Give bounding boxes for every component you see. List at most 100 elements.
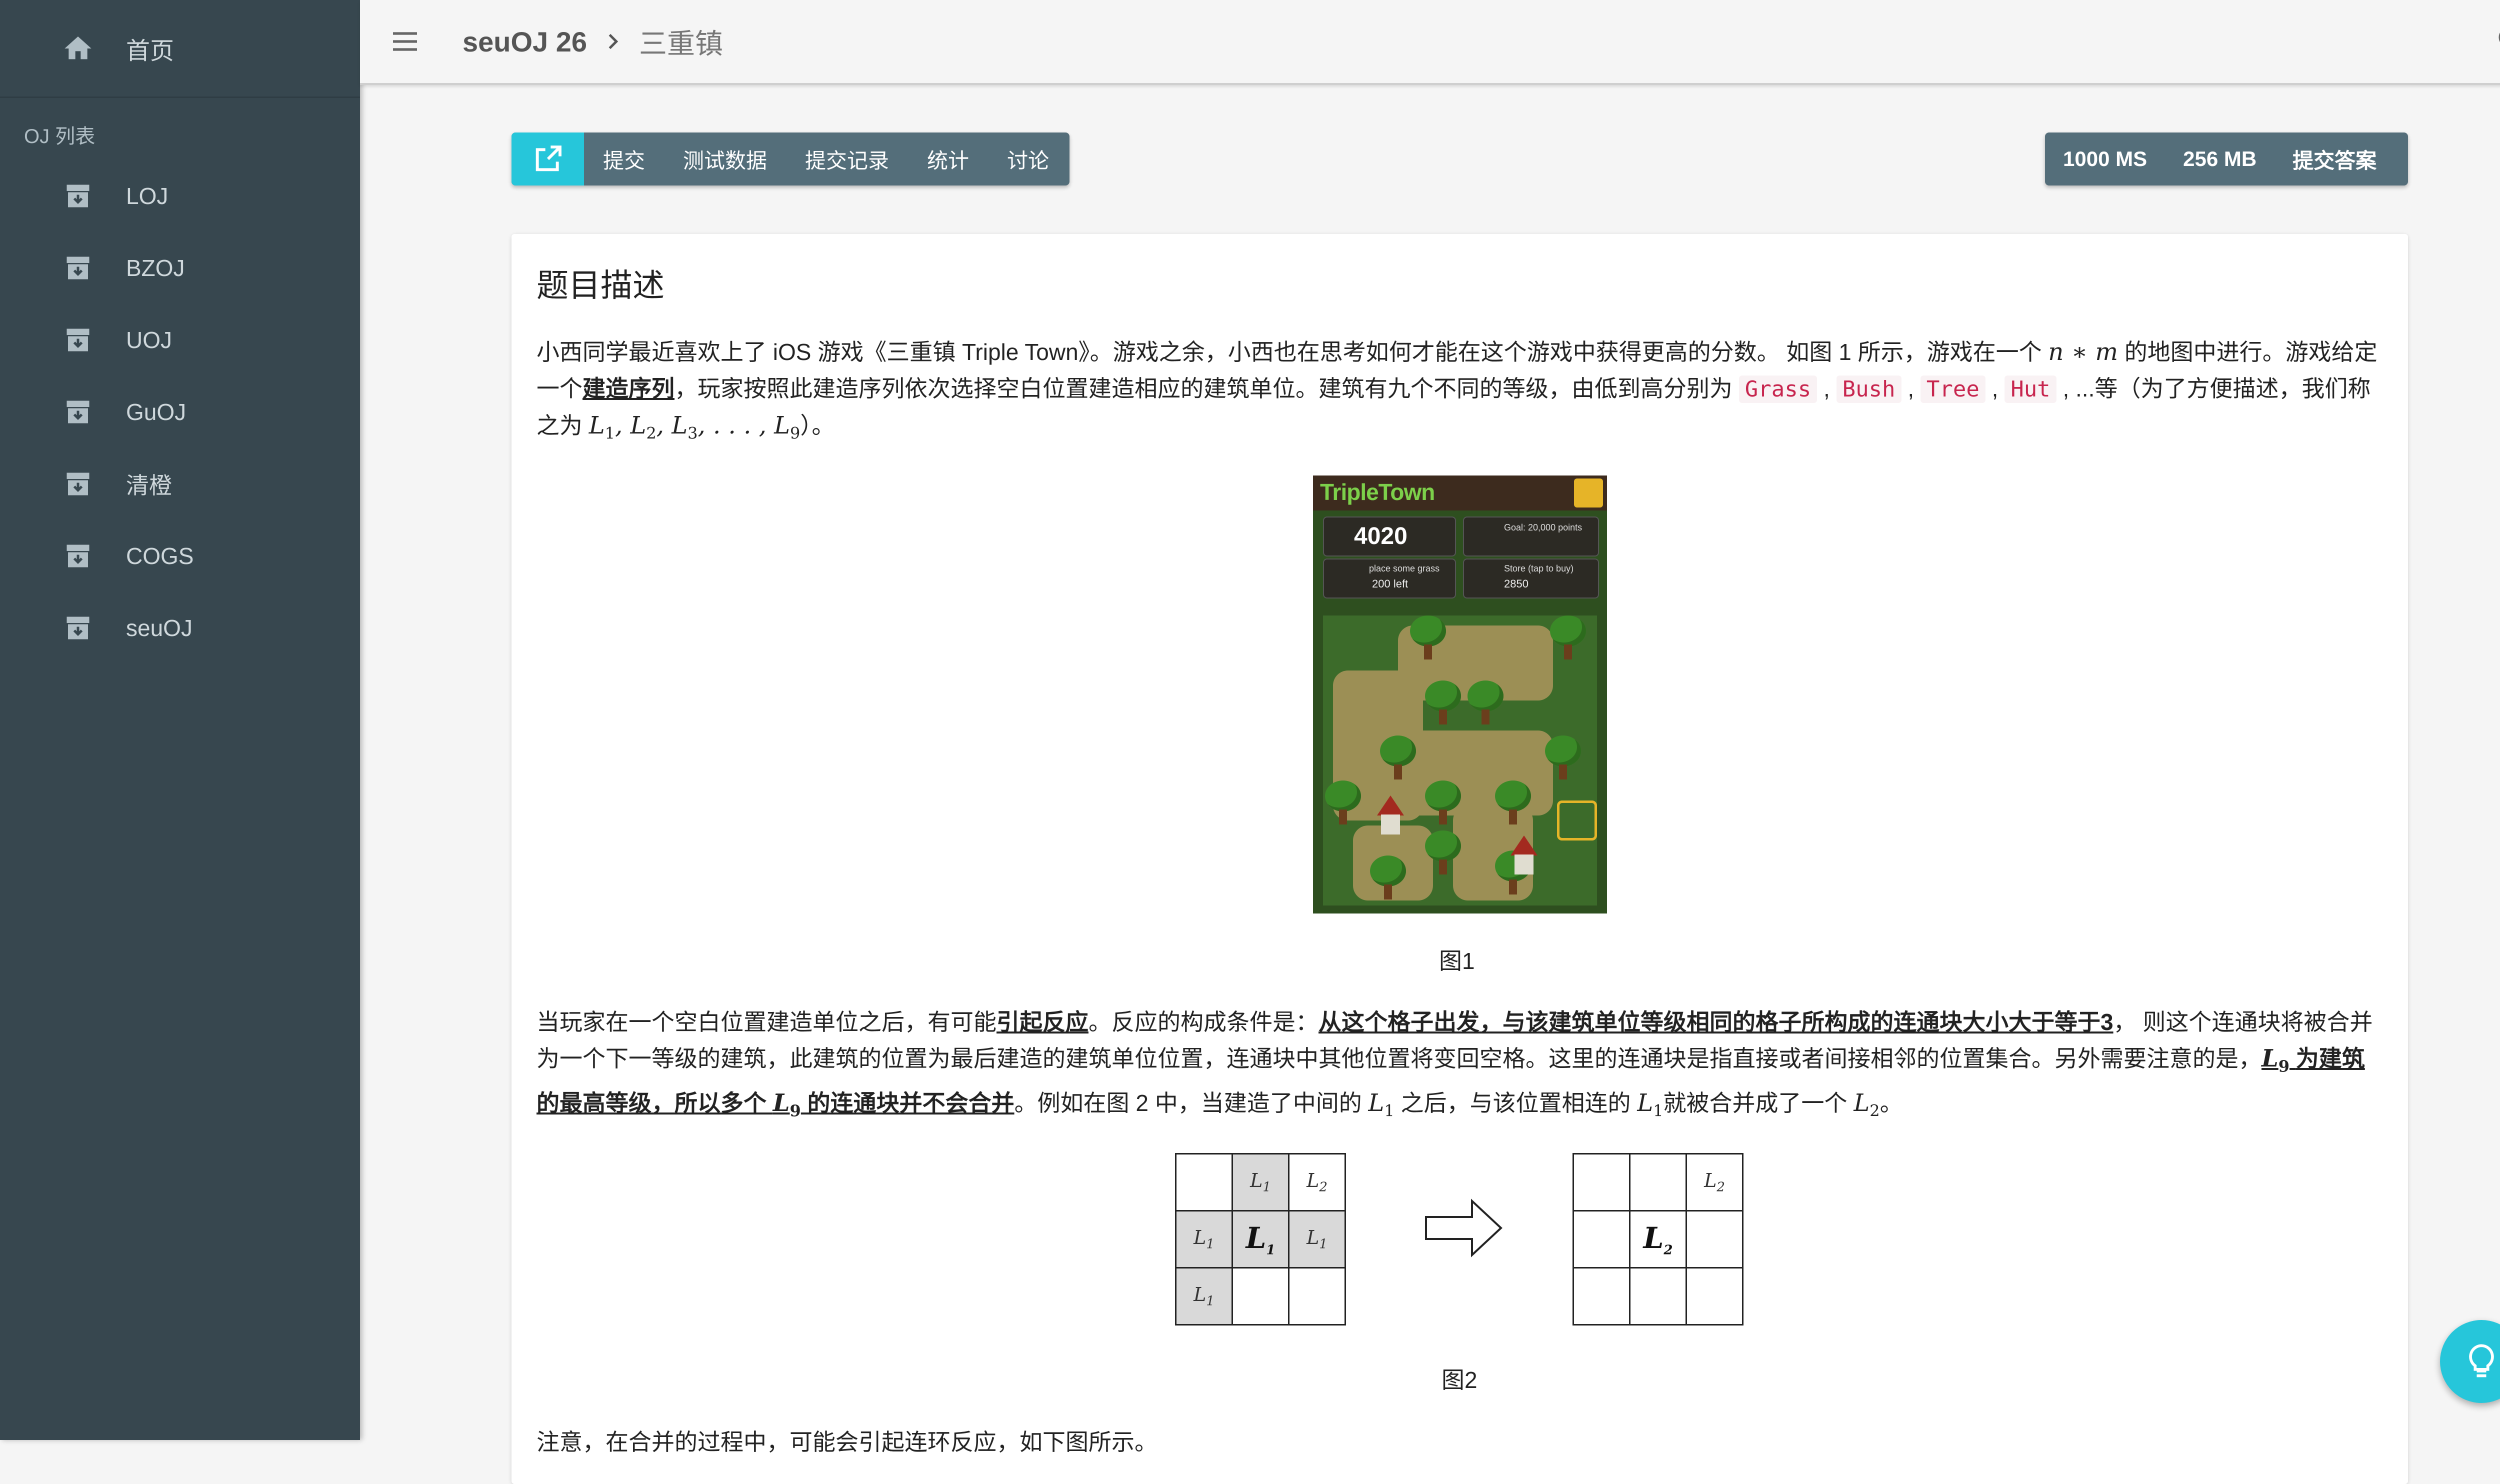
chevron-right-icon	[601, 30, 625, 54]
tree-icon	[1423, 680, 1463, 726]
text: 的连通块并不会合并	[800, 1090, 1014, 1116]
goal-box: Goal: 20,000 points	[1463, 516, 1599, 556]
records-button[interactable]: 提交记录	[786, 132, 908, 186]
tree-icon	[1408, 616, 1448, 660]
figure-2-grid-after: L2 L2	[1572, 1153, 1744, 1326]
grid-cell	[1572, 1267, 1630, 1326]
sidebar: 首页 OJ 列表 LOJ BZOJ UOJ GuOJ 清橙 COGS seuOJ	[0, 0, 360, 1440]
tree-icon	[1323, 780, 1363, 826]
sidebar-item-label: seuOJ	[126, 615, 192, 641]
tree-icon	[1548, 616, 1588, 660]
score-value: 4020	[1354, 523, 1408, 550]
archive-icon	[60, 538, 96, 574]
lightbulb-button[interactable]	[2440, 1320, 2500, 1403]
grid-cell: L1	[1288, 1210, 1346, 1268]
submit-button[interactable]: 提交	[584, 132, 664, 186]
sidebar-home[interactable]: 首页	[0, 0, 360, 98]
grid-cell	[1629, 1267, 1687, 1326]
breadcrumb-problem-title: 三重镇	[639, 28, 724, 60]
text: 。例如在图 2 中，当建造了中间的	[1014, 1090, 1368, 1116]
code-hut: Hut	[2004, 376, 2056, 403]
code-grass: Grass	[1738, 376, 1818, 403]
text: ）。	[800, 412, 835, 438]
discuss-button[interactable]: 讨论	[988, 132, 1068, 186]
tree-icon	[1378, 736, 1418, 780]
math-nm: n ∗ m	[2048, 338, 2118, 366]
description-paragraph-3: 注意，在合并的过程中，可能会引起连环反应，如下图所示。	[536, 1429, 1158, 1455]
math-l1: L1	[1368, 1088, 1394, 1120]
grid-cell	[1629, 1153, 1687, 1212]
archive-icon	[60, 610, 96, 646]
right-arrow-icon	[1425, 1198, 1502, 1258]
sidebar-item-label: GuOJ	[126, 399, 186, 425]
submit-answer-button[interactable]: 提交答案	[2274, 132, 2394, 186]
emphasis-reaction: 引起反应	[996, 1009, 1088, 1035]
sidebar-item-guoj[interactable]: GuOJ	[0, 376, 360, 448]
grid-cell: L2	[1686, 1153, 1744, 1212]
tree-icon	[1423, 830, 1463, 876]
sidebar-item-seuoj[interactable]: seuOJ	[0, 592, 360, 664]
archive-icon	[60, 394, 96, 430]
problem-limits-toolbar: 1000 MS 256 MB 提交答案	[2045, 132, 2408, 186]
gear-icon	[1574, 478, 1603, 508]
math-levels: L1, L2, L3, . . . , L9	[588, 412, 800, 443]
figure-1-caption: 图1	[1439, 948, 1475, 974]
code-tree: Tree	[1920, 376, 1986, 403]
place-label: place some grass	[1369, 564, 1440, 574]
grid-cell	[1686, 1267, 1744, 1326]
sidebar-item-cogs[interactable]: COGS	[0, 520, 360, 592]
grid-cell: L2	[1288, 1153, 1346, 1212]
search-icon[interactable]	[2491, 20, 2500, 60]
grid-cell: L1	[1175, 1210, 1233, 1268]
sidebar-item-label: COGS	[126, 543, 194, 569]
text: 当玩家在一个空白位置建造单位之后，有可能	[536, 1009, 996, 1035]
breadcrumb-oj[interactable]: seuOJ 26	[462, 26, 587, 58]
text: ，玩家按照此建造序列依次选择空白位置建造相应的建筑单位。建筑有九个不同的等级，由…	[674, 376, 1739, 402]
store-box: Store (tap to buy) 2850	[1463, 558, 1599, 598]
emphasis-build-sequence: 建造序列	[582, 376, 674, 402]
text: 之后，与该位置相连的	[1394, 1090, 1638, 1116]
sidebar-item-label: BZOJ	[126, 255, 185, 281]
sidebar-item-loj[interactable]: LOJ	[0, 160, 360, 232]
stats-button[interactable]: 统计	[908, 132, 988, 186]
sidebar-home-label: 首页	[126, 38, 174, 64]
grid-cell	[1288, 1267, 1346, 1326]
archive-icon	[60, 466, 96, 502]
open-external-icon[interactable]	[512, 132, 584, 186]
store-value: 2850	[1504, 578, 1528, 590]
grid-cell: L2	[1629, 1210, 1687, 1268]
home-icon	[60, 30, 96, 66]
grid-cell: L1	[1232, 1153, 1290, 1212]
score-box: 4020	[1323, 516, 1456, 556]
math-l2: L2	[1854, 1088, 1880, 1120]
grid-cell	[1175, 1153, 1233, 1212]
text: 小西同学最近喜欢上了 iOS 游戏《三重镇 Triple Town》。游戏之余，…	[536, 339, 2048, 365]
sidebar-item-uoj[interactable]: UOJ	[0, 304, 360, 376]
grid-cell: L1	[1232, 1210, 1290, 1268]
hut-icon	[1377, 796, 1404, 836]
tree-icon	[1368, 856, 1408, 900]
sidebar-item-bzoj[interactable]: BZOJ	[0, 232, 360, 304]
lightbulb-icon	[2469, 1344, 2494, 1378]
grid-cell	[1572, 1153, 1630, 1212]
archive-icon	[60, 178, 96, 214]
testdata-button[interactable]: 测试数据	[664, 132, 786, 186]
selection-cursor	[1557, 800, 1597, 840]
figure-2-caption: 图2	[1442, 1367, 1478, 1393]
text: 就被合并成了一个	[1663, 1090, 1854, 1116]
math-l1: L1	[1637, 1088, 1664, 1120]
sidebar-item-label: UOJ	[126, 327, 172, 353]
menu-icon[interactable]	[385, 22, 425, 62]
sidebar-item-qingcheng[interactable]: 清橙	[0, 448, 360, 520]
description-paragraph-2: 当玩家在一个空白位置建造单位之后，有可能引起反应。反应的构成条件是：从这个格子出…	[536, 1004, 2386, 1129]
text: 。	[1880, 1090, 1903, 1116]
section-title: 题目描述	[536, 268, 664, 304]
sidebar-item-label: LOJ	[126, 183, 168, 209]
game-header: TripleTown	[1313, 476, 1607, 510]
memory-limit-badge: 256 MB	[2183, 147, 2257, 170]
archive-icon	[60, 250, 96, 286]
sidebar-section-title: OJ 列表	[24, 126, 96, 148]
top-app-bar: seuOJ 26 三重镇	[360, 0, 2500, 85]
sidebar-item-label: 清橙	[126, 472, 172, 498]
grid-cell	[1572, 1210, 1630, 1268]
